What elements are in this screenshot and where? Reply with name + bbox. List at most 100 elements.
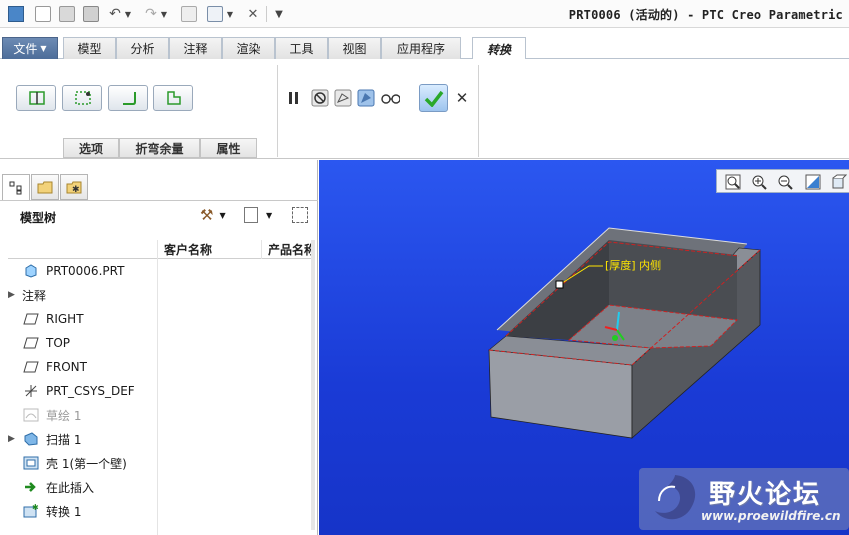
conversion-bend-button[interactable] [108, 85, 148, 111]
tree-item-csys[interactable]: PRT_CSYS_DEF [8, 380, 158, 402]
pick-handle[interactable] [555, 280, 564, 289]
tab-file[interactable]: 文件 ▼ [2, 37, 58, 59]
ribbon-panel: 选项 折弯余量 属性 ✕ [0, 59, 849, 159]
model-tree-panel: ✱ 模型树 ⚒ ▼ ▼ 客户名称 产品名称 PRT0006.PRT ▶ 注释 R… [0, 160, 318, 535]
windows-icon[interactable] [206, 4, 224, 24]
tree-item-label: PRT0006.PRT [46, 264, 125, 278]
favorites-icon: ✱ [66, 181, 82, 194]
expand-arrow-icon[interactable]: ▶ [8, 290, 22, 300]
edge-rip-icon [75, 91, 91, 105]
expand-arrow-icon[interactable]: ▶ [8, 434, 22, 444]
watermark-url: www.proewildfire.cn [701, 509, 841, 523]
tab-model[interactable]: 模型 [63, 37, 116, 59]
tab-render[interactable]: 渲染 [222, 37, 275, 59]
tree-columns-button[interactable] [290, 206, 310, 224]
tree-scrollbar[interactable] [311, 240, 315, 530]
tab-view[interactable]: 视图 [328, 37, 381, 59]
tree-item-label: PRT_CSYS_DEF [46, 384, 135, 398]
creo-app-icon [8, 6, 24, 22]
windows-dropdown-icon[interactable]: ▼ [226, 4, 234, 24]
tree-item-label: 在此插入 [46, 480, 95, 495]
tab-applications[interactable]: 应用程序 [381, 37, 461, 59]
subtab-properties[interactable]: 属性 [200, 138, 257, 158]
redo-dropdown-icon[interactable]: ▼ [160, 4, 168, 24]
tree-item-convert[interactable]: ✱ 转换 1 [8, 500, 158, 522]
checkmark-icon [424, 90, 443, 107]
conversion-edge-rip-button[interactable] [62, 85, 102, 111]
favorites-tab[interactable]: ✱ [60, 174, 88, 200]
regenerate-icon[interactable] [180, 4, 198, 24]
column-header-tree [8, 240, 158, 259]
model-tree-title: 模型树 [20, 211, 57, 225]
undo-dropdown-icon[interactable]: ▼ [124, 4, 132, 24]
rip-icon [29, 91, 45, 105]
tab-annotate[interactable]: 注释 [169, 37, 222, 59]
column-header-customer-name[interactable]: 客户名称 [158, 240, 262, 259]
tree-item-part[interactable]: PRT0006.PRT [8, 260, 158, 282]
no-preview-icon[interactable] [310, 88, 330, 108]
cancel-x-icon[interactable]: ✕ [452, 88, 472, 108]
subtab-bend-allowance[interactable]: 折弯余量 [119, 138, 200, 158]
title-bar: ↶ ▼ ↷ ▼ ▼ ✕ ▼ PRT0006 (活动的) - PTC Creo P… [0, 0, 849, 28]
open-folder-icon[interactable] [58, 4, 76, 24]
tree-item-shell[interactable]: 壳 1(第一个壁) [8, 452, 158, 474]
redo-icon[interactable]: ↷ [142, 4, 160, 24]
insert-arrow-icon [22, 479, 40, 495]
tree-item-sweep[interactable]: ▶ 扫描 1 [8, 428, 158, 450]
tree-item-sketch[interactable]: 草绘 1 [8, 404, 158, 426]
tree-icon [9, 181, 22, 195]
save-icon[interactable] [82, 4, 100, 24]
chevron-down-icon: ▼ [219, 210, 226, 220]
column-header-product-name[interactable]: 产品名称 [262, 240, 314, 259]
tree-item-insert-here[interactable]: 在此插入 [8, 476, 158, 498]
watermark-title: 野火论坛 [709, 480, 822, 510]
customize-toolbar-icon[interactable]: ▼ [274, 4, 284, 24]
csys-icon [22, 383, 40, 399]
tree-item-front[interactable]: FRONT [8, 356, 158, 378]
tree-item-label: 转换 1 [46, 504, 82, 519]
conversion-corner-relief-button[interactable] [153, 85, 193, 111]
corner-relief-icon [167, 91, 181, 105]
show-options-button[interactable]: ▼ [244, 204, 280, 226]
panel-divider [0, 200, 318, 201]
tree-item-label: 扫描 1 [46, 432, 82, 447]
tree-item-top[interactable]: TOP [8, 332, 158, 354]
pause-icon[interactable] [284, 88, 304, 108]
column-separator [261, 240, 262, 259]
chevron-down-icon: ▼ [266, 210, 273, 220]
app-icon[interactable] [6, 4, 26, 24]
verify-glasses-icon[interactable] [380, 88, 400, 108]
tab-convert[interactable]: 转换 [472, 37, 526, 60]
undo-icon[interactable]: ↶ [106, 4, 124, 24]
datum-plane-icon [22, 335, 40, 351]
ok-button[interactable] [419, 84, 448, 112]
tree-item-label: 注释 [22, 288, 47, 303]
part-icon [22, 263, 40, 279]
sweep-icon [22, 431, 40, 447]
close-window-icon[interactable]: ✕ [244, 4, 262, 24]
tree-item-label: TOP [46, 336, 71, 350]
thickness-annotation[interactable]: [厚度] 内侧 [605, 257, 661, 273]
tab-tools[interactable]: 工具 [275, 37, 328, 59]
toolbar-separator [266, 6, 267, 22]
settings-tools-button[interactable]: ⚒ ▼ [200, 204, 236, 226]
attached-preview-icon[interactable] [356, 88, 376, 108]
tree-item-right[interactable]: RIGHT [8, 308, 158, 330]
detached-preview-icon[interactable] [333, 88, 353, 108]
model-tree-tab[interactable] [2, 174, 30, 201]
forum-logo-icon [655, 475, 696, 520]
list-icon [244, 207, 258, 223]
ribbon-tab-row: 文件 ▼ 模型 分析 注释 渲染 工具 视图 应用程序 转换 [0, 37, 849, 60]
subtab-options[interactable]: 选项 [63, 138, 119, 158]
sketch-icon [22, 407, 40, 423]
graphics-viewport[interactable]: [厚度] 内侧 野火论坛 www.proewildfire.cn [319, 160, 849, 535]
csys-origin-dot [612, 335, 618, 341]
ribbon-separator [478, 65, 479, 157]
tab-analysis[interactable]: 分析 [116, 37, 169, 59]
new-file-icon[interactable] [34, 4, 52, 24]
tree-item-label: 壳 1(第一个壁) [46, 456, 127, 471]
tree-item-annotations[interactable]: ▶ 注释 [8, 284, 158, 306]
bend-icon [123, 92, 136, 105]
folder-browser-tab[interactable] [31, 174, 59, 200]
conversion-rip-button[interactable] [16, 85, 56, 111]
